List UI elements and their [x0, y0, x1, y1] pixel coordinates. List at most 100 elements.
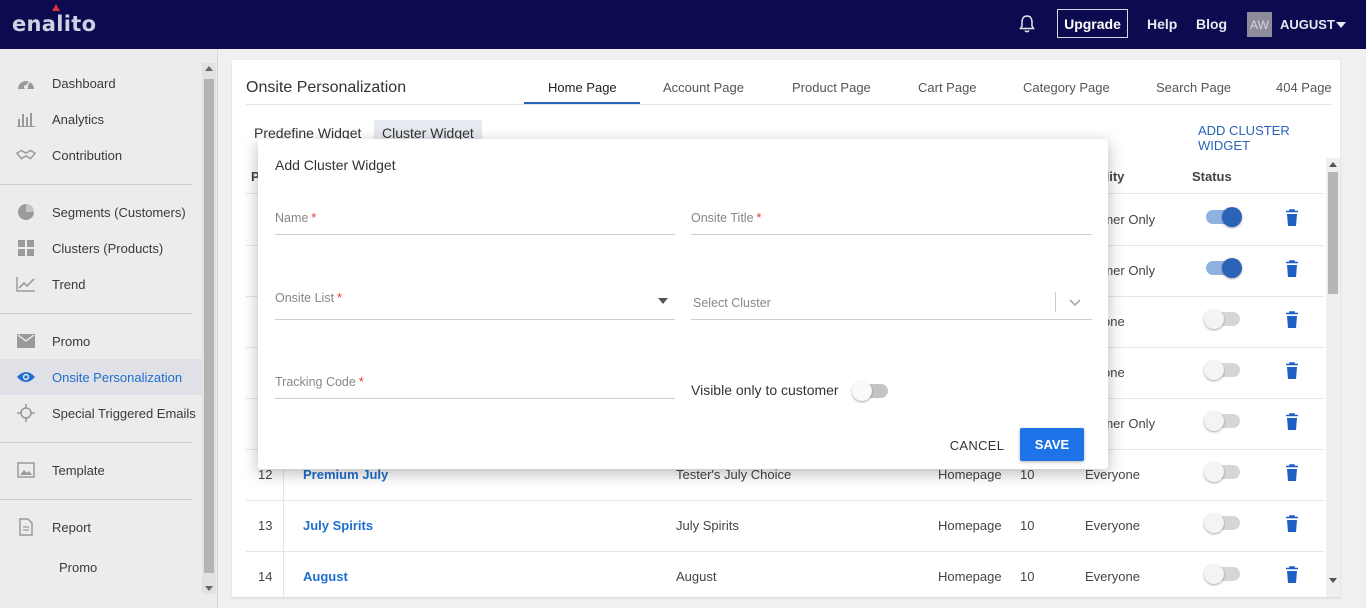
cancel-button[interactable]: CANCEL — [940, 429, 1014, 461]
row-name-link[interactable]: July Spirits — [303, 518, 373, 533]
bar-chart-icon — [16, 109, 36, 129]
tab-404-page[interactable]: 404 Page — [1276, 80, 1332, 95]
tab-home-page[interactable]: Home Page — [548, 80, 617, 95]
row-visibility: Everyone — [1085, 467, 1140, 482]
status-toggle[interactable] — [1204, 513, 1240, 533]
sidebar-item-onsite-personalization[interactable]: Onsite Personalization — [0, 359, 202, 395]
sidebar-item-analytics[interactable]: Analytics — [0, 101, 202, 137]
sidebar-item-special-triggered-emails[interactable]: Special Triggered Emails — [0, 395, 202, 431]
blog-link[interactable]: Blog — [1196, 16, 1227, 32]
sidebar-item-dashboard[interactable]: Dashboard — [0, 65, 202, 101]
name-field[interactable]: Name * — [275, 205, 675, 235]
delete-icon[interactable] — [1285, 515, 1299, 533]
sidebar-item-contribution[interactable]: Contribution — [0, 137, 202, 173]
table-row[interactable]: 14 August August Homepage 10 Everyone — [246, 552, 1324, 597]
delete-icon[interactable] — [1285, 413, 1299, 431]
crosshair-icon — [16, 403, 36, 423]
visible-only-to-customer-label: Visible only to customer — [691, 382, 839, 398]
dialog-title: Add Cluster Widget — [275, 157, 396, 173]
delete-icon[interactable] — [1285, 464, 1299, 482]
tracking-code-field[interactable]: Tracking Code * — [275, 369, 675, 399]
row-page: Homepage — [938, 518, 1002, 533]
status-toggle[interactable] — [1204, 564, 1240, 584]
bell-icon[interactable] — [1018, 14, 1036, 34]
status-toggle[interactable] — [1204, 360, 1240, 380]
page-title: Onsite Personalization — [246, 79, 407, 96]
row-page: Homepage — [938, 467, 1002, 482]
top-bar: enalito Upgrade Help Blog AW AUGUST — [0, 0, 1366, 49]
sidebar-item-trend[interactable]: Trend — [0, 266, 202, 302]
sidebar-subitem-report-promo[interactable]: Promo — [0, 549, 202, 585]
tab-search-page[interactable]: Search Page — [1156, 80, 1231, 95]
table-scroll-thumb[interactable] — [1328, 172, 1338, 294]
row-number: 13 — [258, 518, 273, 533]
app-logo[interactable]: enalito — [12, 12, 96, 36]
sidebar-divider — [0, 499, 192, 500]
delete-icon[interactable] — [1285, 209, 1299, 227]
delete-icon[interactable] — [1285, 311, 1299, 329]
onsite-title-label: Onsite Title * — [691, 211, 762, 225]
row-name-link[interactable]: Premium July — [303, 467, 388, 482]
visible-only-to-customer-toggle[interactable] — [852, 381, 888, 401]
tab-account-page[interactable]: Account Page — [663, 80, 744, 95]
pie-chart-icon — [16, 202, 36, 222]
tab-category-page[interactable]: Category Page — [1023, 80, 1110, 95]
select-cluster-dropdown[interactable]: Select Cluster — [691, 285, 1092, 320]
status-toggle[interactable] — [1204, 309, 1240, 329]
toggle-knob — [1222, 207, 1242, 227]
onsite-list-label: Onsite List * — [275, 291, 342, 305]
scroll-up-icon[interactable] — [1329, 162, 1337, 167]
row-count: 10 — [1020, 467, 1035, 482]
required-mark: * — [756, 211, 762, 225]
onsite-list-select[interactable]: Onsite List * — [275, 285, 675, 320]
scroll-down-icon[interactable] — [205, 586, 213, 591]
toggle-knob — [1204, 462, 1224, 482]
document-icon — [16, 517, 36, 537]
dropdown-arrow-icon[interactable] — [658, 298, 668, 304]
sidebar-item-template[interactable]: Template — [0, 452, 202, 488]
required-mark: * — [358, 375, 364, 389]
delete-icon[interactable] — [1285, 362, 1299, 380]
upgrade-button[interactable]: Upgrade — [1057, 9, 1128, 38]
scroll-down-icon[interactable] — [1329, 578, 1337, 583]
sidebar-item-label: Promo — [59, 559, 98, 575]
add-cluster-widget-button[interactable]: ADD CLUSTER WIDGET — [1198, 123, 1340, 153]
scroll-up-icon[interactable] — [205, 66, 213, 71]
status-toggle[interactable] — [1206, 207, 1242, 227]
tab-cart-page[interactable]: Cart Page — [918, 80, 977, 95]
status-toggle[interactable] — [1204, 462, 1240, 482]
sidebar-item-clusters[interactable]: Clusters (Products) — [0, 230, 202, 266]
table-scrollbar[interactable] — [1326, 158, 1340, 597]
delete-icon[interactable] — [1285, 566, 1299, 584]
sidebar-item-label: Trend — [52, 276, 86, 292]
delete-icon[interactable] — [1285, 260, 1299, 278]
row-count: 10 — [1020, 518, 1035, 533]
toggle-knob — [1204, 309, 1224, 329]
row-visibility: Everyone — [1085, 569, 1140, 584]
add-cluster-widget-dialog: Add Cluster Widget Name * Onsite Title * O… — [258, 139, 1108, 469]
row-page: Homepage — [938, 569, 1002, 584]
toggle-knob — [1204, 513, 1224, 533]
onsite-title-field[interactable]: Onsite Title * — [691, 205, 1092, 235]
tab-product-page[interactable]: Product Page — [792, 80, 871, 95]
required-mark: * — [311, 211, 317, 225]
row-number: 12 — [258, 467, 273, 482]
select-cluster-placeholder: Select Cluster — [693, 296, 771, 310]
avatar[interactable]: AW — [1247, 12, 1272, 37]
sidebar-scrollbar[interactable] — [202, 63, 216, 594]
status-toggle[interactable] — [1204, 411, 1240, 431]
help-link[interactable]: Help — [1147, 16, 1177, 32]
caret-down-icon[interactable] — [1336, 22, 1346, 28]
sidebar-item-segments[interactable]: Segments (Customers) — [0, 194, 202, 230]
sidebar-item-promo[interactable]: Promo — [0, 323, 202, 359]
toggle-knob — [1222, 258, 1242, 278]
table-row[interactable]: 13 July Spirits July Spirits Homepage 10 Ever… — [246, 501, 1324, 552]
sidebar-item-report[interactable]: Report — [0, 509, 202, 545]
user-menu[interactable]: AUGUST — [1280, 17, 1335, 32]
row-name-link[interactable]: August — [303, 569, 348, 584]
sidebar-scroll-thumb[interactable] — [204, 79, 214, 573]
column-header-status[interactable]: Status — [1192, 169, 1232, 184]
save-button[interactable]: SAVE — [1020, 428, 1084, 461]
chevron-down-icon[interactable] — [1068, 295, 1082, 309]
status-toggle[interactable] — [1206, 258, 1242, 278]
